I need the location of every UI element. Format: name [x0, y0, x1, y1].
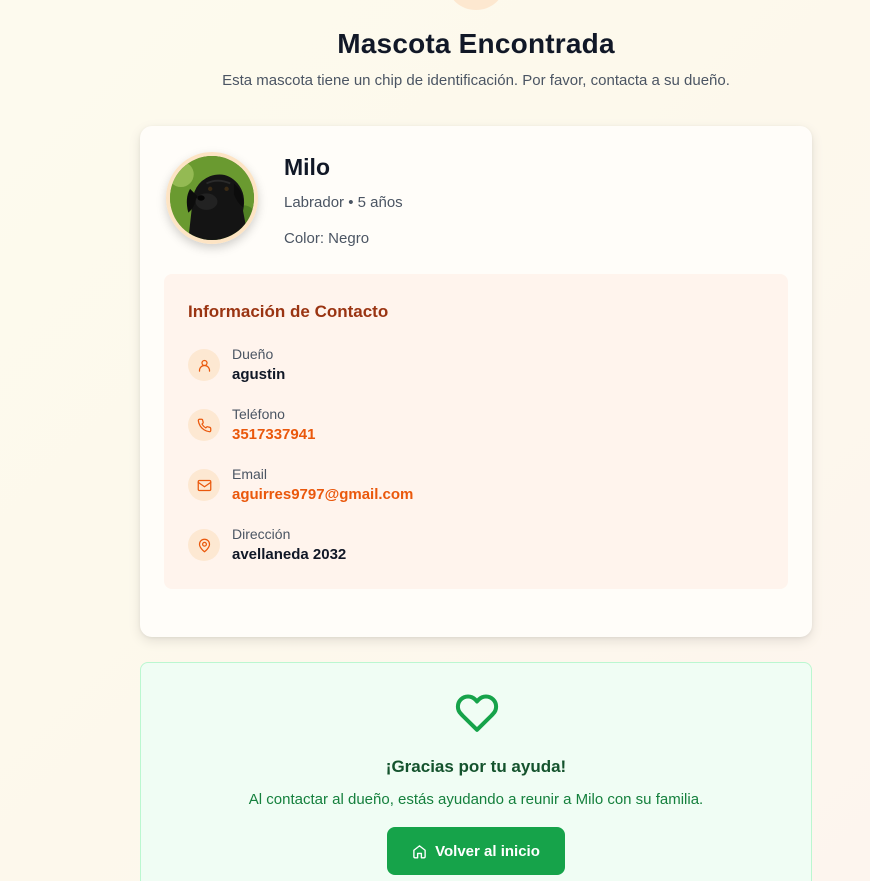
heart-icon: [455, 694, 499, 732]
pet-name: Milo: [284, 154, 330, 180]
contact-info-box: Información de Contacto Dueño agustin Te…: [164, 274, 788, 589]
page-subtitle: Esta mascota tiene un chip de identifica…: [222, 72, 730, 89]
back-home-button[interactable]: Volver al inicio: [387, 827, 565, 875]
contact-row-owner: Dueño agustin: [188, 346, 748, 390]
pet-photo: [166, 152, 258, 244]
email-label: Email: [232, 466, 268, 482]
pet-color: Color: Negro: [284, 230, 370, 247]
phone-label: Teléfono: [232, 406, 285, 422]
pet-breed-age: Labrador • 5 años: [284, 194, 403, 211]
phone-icon: [188, 409, 220, 441]
owner-label: Dueño: [232, 346, 274, 362]
address-label: Dirección: [232, 526, 291, 542]
pet-card: Milo Labrador • 5 años Color: Negro Info…: [140, 126, 812, 637]
owner-value: agustin: [232, 366, 286, 383]
contact-row-email: Email aguirres9797@gmail.com: [188, 466, 748, 510]
home-icon: [413, 844, 426, 858]
email-link[interactable]: aguirres9797@gmail.com: [232, 486, 413, 503]
map-pin-icon: [188, 529, 220, 561]
back-home-label: Volver al inicio: [435, 842, 540, 860]
dog-image: [170, 156, 254, 240]
page-header: Mascota Encontrada Esta mascota tiene un…: [0, 28, 870, 89]
contact-title: Información de Contacto: [188, 302, 389, 321]
contact-row-address: Dirección avellaneda 2032: [188, 526, 748, 570]
address-value: avellaneda 2032: [232, 546, 347, 563]
phone-link[interactable]: 3517337941: [232, 426, 315, 443]
top-avatar-peek: [448, 0, 504, 10]
thanks-text: Al contactar al dueño, estás ayudando a …: [248, 791, 704, 808]
contact-row-phone: Teléfono 3517337941: [188, 406, 748, 450]
page-title: Mascota Encontrada: [337, 28, 615, 59]
thanks-box: ¡Gracias por tu ayuda! Al contactar al d…: [140, 662, 812, 881]
thanks-title: ¡Gracias por tu ayuda!: [385, 757, 567, 776]
mail-icon: [188, 469, 220, 501]
user-icon: [188, 349, 220, 381]
